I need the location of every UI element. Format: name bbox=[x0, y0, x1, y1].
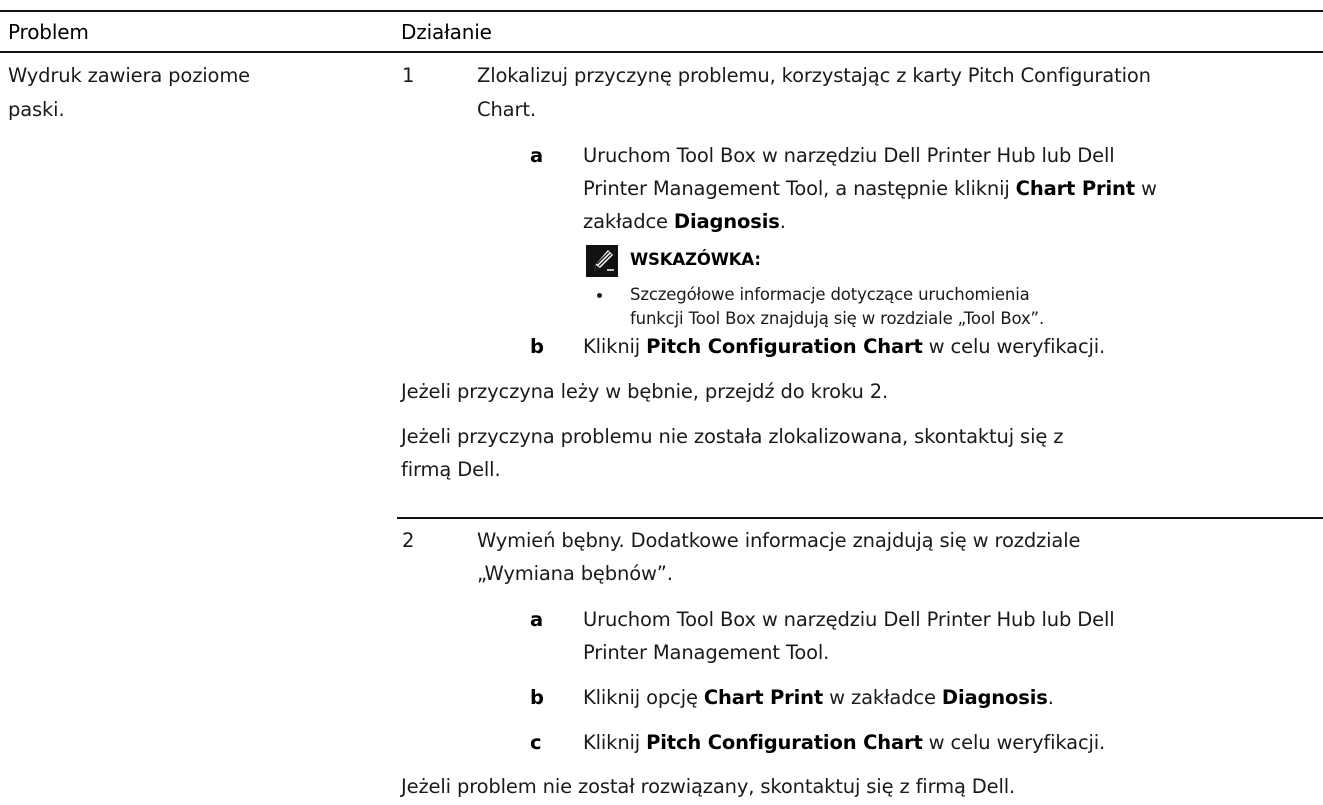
step-2c-text: Kliknij Pitch Configuration Chart w celu… bbox=[583, 731, 1106, 754]
step-2-text-line1: Wymień bębny. Dodatkowe informacje znajd… bbox=[477, 529, 1081, 552]
step-1a-label: a bbox=[530, 144, 544, 167]
problem-text-line2: paski. bbox=[8, 98, 65, 121]
note-bullet bbox=[597, 293, 602, 298]
step-2-text-line2: „Wymiana bębnów”. bbox=[477, 562, 673, 585]
step-2b-label: b bbox=[530, 686, 544, 709]
problem-text-line1: Wydruk zawiera poziome bbox=[8, 64, 251, 87]
step-1a-line3: zakładce Diagnosis. bbox=[583, 210, 786, 233]
step-2-result: Jeżeli problem nie został rozwiązany, sk… bbox=[401, 775, 1016, 798]
header-problem: Problem bbox=[8, 20, 89, 44]
step-1-result-1: Jeżeli przyczyna leży w bębnie, przejdź … bbox=[401, 380, 889, 403]
step-2-number: 2 bbox=[402, 529, 415, 552]
step-2a-line2: Printer Management Tool. bbox=[583, 641, 830, 664]
table-header-rule bbox=[0, 51, 1323, 53]
step-1-text-line2: Chart. bbox=[477, 98, 536, 121]
step-2c-label: c bbox=[530, 731, 542, 754]
step-1-number: 1 bbox=[402, 64, 415, 87]
step-1-result-2-line1: Jeżeli przyczyna problemu nie została zl… bbox=[401, 425, 1064, 448]
table-top-rule bbox=[0, 10, 1323, 12]
step-2b-text: Kliknij opcję Chart Print w zakładce Dia… bbox=[583, 686, 1054, 709]
step-2a-line1: Uruchom Tool Box w narzędziu Dell Printe… bbox=[583, 608, 1115, 631]
step-1a-line2: Printer Management Tool, a następnie kli… bbox=[583, 177, 1157, 200]
step-1-result-2-line2: firmą Dell. bbox=[401, 458, 501, 481]
step-1b-text: Kliknij Pitch Configuration Chart w celu… bbox=[583, 335, 1106, 358]
step-1b-label: b bbox=[530, 335, 544, 358]
pencil-note-icon bbox=[586, 245, 618, 277]
note-text-line1: Szczegółowe informacje dotyczące uruchom… bbox=[630, 285, 1030, 304]
header-action: Działanie bbox=[401, 20, 492, 44]
note-title: WSKAZÓWKA: bbox=[630, 250, 761, 269]
step-separator-rule bbox=[397, 517, 1323, 519]
step-2a-label: a bbox=[530, 608, 544, 631]
note-text-line2: funkcji Tool Box znajdują się w rozdzial… bbox=[630, 309, 1045, 328]
step-1-text-line1: Zlokalizuj przyczynę problemu, korzystaj… bbox=[477, 64, 1151, 87]
step-1a-line1: Uruchom Tool Box w narzędziu Dell Printe… bbox=[583, 144, 1115, 167]
